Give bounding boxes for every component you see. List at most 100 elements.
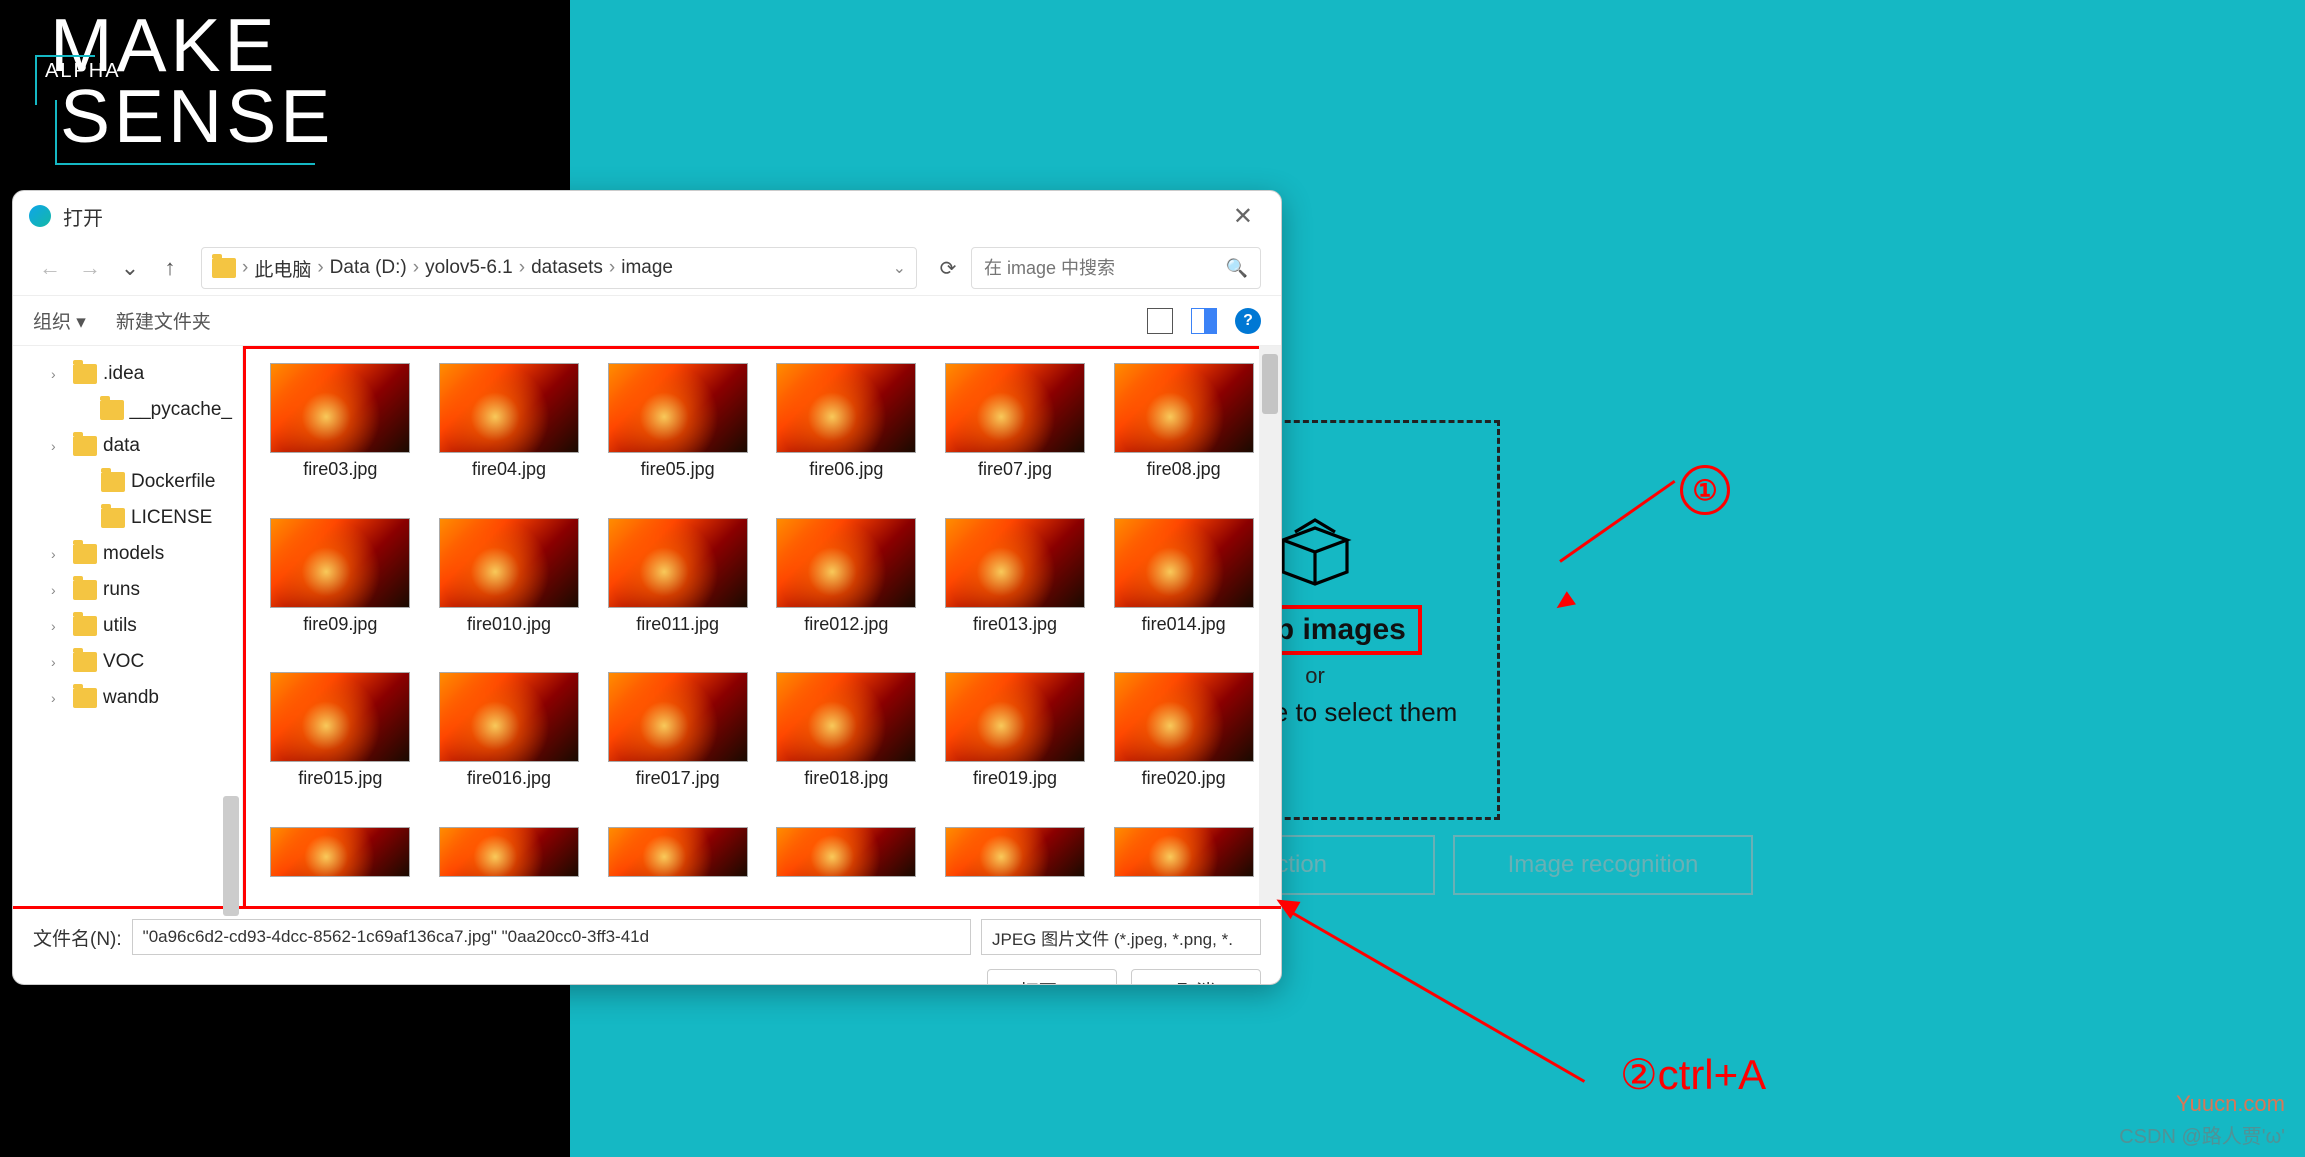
thumbnail xyxy=(270,363,410,453)
refresh-icon[interactable]: ⟳ xyxy=(931,256,965,281)
preview-pane-icon[interactable] xyxy=(1191,308,1217,334)
annotation-arrow xyxy=(1559,480,1675,563)
thumbnail xyxy=(439,672,579,762)
view-mode-icon[interactable] xyxy=(1147,308,1173,334)
thumbnail xyxy=(608,363,748,453)
watermark-csdn: CSDN @路人贾'ω' xyxy=(2119,1120,2285,1149)
search-icon[interactable]: 🔍 xyxy=(1226,258,1248,279)
thumbnail xyxy=(776,827,916,877)
thumbnail xyxy=(776,672,916,762)
tree-item[interactable]: ›models xyxy=(19,536,236,572)
grid-scrollbar[interactable] xyxy=(1259,346,1281,906)
file-label: fire019.jpg xyxy=(973,768,1057,789)
file-item[interactable]: fire07.jpg xyxy=(935,363,1096,510)
logo-decoration xyxy=(35,55,95,105)
cancel-button[interactable]: 取消 xyxy=(1131,969,1261,985)
file-grid[interactable]: fire03.jpg fire04.jpg fire05.jpgfire06.jpg… xyxy=(246,349,1278,906)
thumbnail xyxy=(439,518,579,608)
thumbnail xyxy=(1114,672,1254,762)
edge-icon xyxy=(29,205,51,227)
file-label: fire013.jpg xyxy=(973,614,1057,635)
help-icon[interactable]: ? xyxy=(1235,308,1261,334)
crumb[interactable]: 此电脑 xyxy=(254,255,311,282)
file-item[interactable]: fire09.jpg xyxy=(260,518,421,665)
file-label: fire014.jpg xyxy=(1142,614,1226,635)
filename-label: 文件名(N): xyxy=(33,924,122,951)
tree-item[interactable]: ›VOC xyxy=(19,644,236,680)
thumbnail xyxy=(1114,827,1254,877)
up-icon[interactable]: ↑ xyxy=(153,251,187,285)
file-item[interactable] xyxy=(429,827,590,907)
file-item[interactable]: fire014.jpg xyxy=(1103,518,1264,665)
file-open-dialog: 打开 ✕ ← → ⌄ ↑ › 此电脑› Data (D:)› yolov5-6.… xyxy=(12,190,1282,985)
file-item[interactable]: fire011.jpg xyxy=(597,518,758,665)
file-item[interactable] xyxy=(766,827,927,907)
file-item[interactable]: fire06.jpg xyxy=(766,363,927,510)
crumb[interactable]: yolov5-6.1 xyxy=(425,257,513,279)
watermark-yuucn: Yuucn.com xyxy=(2176,1091,2285,1117)
file-item[interactable]: fire018.jpg xyxy=(766,672,927,819)
file-item[interactable]: fire013.jpg xyxy=(935,518,1096,665)
thumbnail xyxy=(270,827,410,877)
breadcrumb[interactable]: › 此电脑› Data (D:)› yolov5-6.1› datasets› … xyxy=(201,247,917,289)
new-folder-button[interactable]: 新建文件夹 xyxy=(116,307,211,334)
tree-item[interactable]: ›wandb xyxy=(19,680,236,716)
file-item[interactable]: fire016.jpg xyxy=(429,672,590,819)
back-icon[interactable]: ← xyxy=(33,251,67,285)
file-label: fire07.jpg xyxy=(978,459,1052,480)
file-item[interactable]: fire012.jpg xyxy=(766,518,927,665)
chevron-down-icon[interactable]: ⌄ xyxy=(893,258,906,278)
tree-item[interactable]: Dockerfile xyxy=(19,464,236,500)
filetype-select[interactable]: JPEG 图片文件 (*.jpeg, *.png, *. xyxy=(981,919,1261,955)
file-item[interactable] xyxy=(1103,827,1264,907)
annotation-arrow xyxy=(1289,910,1585,1083)
box-icon xyxy=(1275,512,1355,597)
search-input[interactable] xyxy=(984,258,1226,279)
file-label: fire012.jpg xyxy=(804,614,888,635)
logo-decoration xyxy=(55,100,315,165)
file-item[interactable] xyxy=(260,827,421,907)
image-recognition-button[interactable]: Image recognition xyxy=(1453,835,1753,895)
file-item[interactable]: fire019.jpg xyxy=(935,672,1096,819)
dialog-titlebar: 打开 ✕ xyxy=(13,191,1281,241)
file-item[interactable]: fire017.jpg xyxy=(597,672,758,819)
dialog-footer: 文件名(N): JPEG 图片文件 (*.jpeg, *.png, *. 打开(… xyxy=(13,906,1281,985)
tree-item[interactable]: LICENSE xyxy=(19,500,236,536)
search-box[interactable]: 🔍 xyxy=(971,247,1261,289)
crumb[interactable]: image xyxy=(621,257,673,279)
crumb[interactable]: datasets xyxy=(531,257,603,279)
file-item[interactable]: fire010.jpg xyxy=(429,518,590,665)
file-item[interactable]: fire015.jpg xyxy=(260,672,421,819)
thumbnail xyxy=(1114,518,1254,608)
organize-button[interactable]: 组织 ▾ xyxy=(33,307,86,334)
close-icon[interactable]: ✕ xyxy=(1221,198,1265,235)
forward-icon[interactable]: → xyxy=(73,251,107,285)
file-item[interactable]: fire020.jpg xyxy=(1103,672,1264,819)
file-item[interactable]: fire03.jpg xyxy=(260,363,421,510)
file-item[interactable] xyxy=(597,827,758,907)
tree-scrollbar[interactable] xyxy=(223,796,239,916)
open-button[interactable]: 打开(O) xyxy=(987,969,1117,985)
tree-item[interactable]: __pycache_ xyxy=(19,392,236,428)
thumbnail xyxy=(608,518,748,608)
thumbnail xyxy=(945,672,1085,762)
file-item[interactable]: fire08.jpg xyxy=(1103,363,1264,510)
file-item[interactable] xyxy=(935,827,1096,907)
file-item[interactable]: fire05.jpg xyxy=(597,363,758,510)
folder-tree[interactable]: ›.idea__pycache_›dataDockerfileLICENSE›m… xyxy=(13,346,243,906)
file-item[interactable]: fire04.jpg xyxy=(429,363,590,510)
recent-icon[interactable]: ⌄ xyxy=(113,251,147,285)
tree-item[interactable]: ›.idea xyxy=(19,356,236,392)
file-label: fire04.jpg xyxy=(472,459,546,480)
file-label: fire018.jpg xyxy=(804,768,888,789)
filename-input[interactable] xyxy=(132,919,971,955)
thumbnail xyxy=(776,518,916,608)
file-label: fire017.jpg xyxy=(636,768,720,789)
tree-item[interactable]: ›data xyxy=(19,428,236,464)
thumbnail xyxy=(945,518,1085,608)
thumbnail xyxy=(776,363,916,453)
tree-item[interactable]: ›runs xyxy=(19,572,236,608)
crumb[interactable]: Data (D:) xyxy=(330,257,407,279)
tree-item[interactable]: ›utils xyxy=(19,608,236,644)
file-label: fire03.jpg xyxy=(303,459,377,480)
